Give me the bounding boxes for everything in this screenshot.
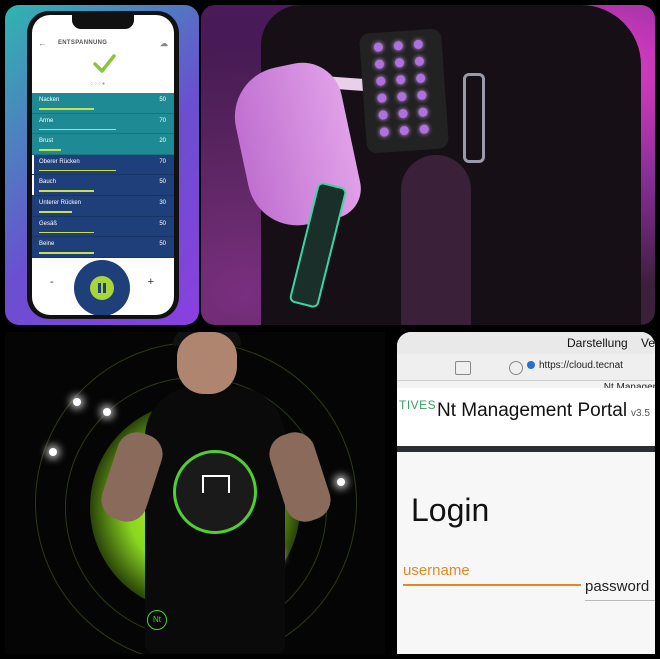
muscle-label: Unterer Rücken — [39, 199, 82, 206]
address-bar[interactable]: https://cloud.tecnat — [527, 360, 655, 376]
decrease-button[interactable]: - — [50, 276, 54, 288]
pause-button[interactable] — [74, 260, 130, 315]
intensity-controls: - + — [32, 260, 174, 315]
intensity-value: 70 — [159, 117, 166, 124]
nt-logo: Nt — [147, 610, 167, 630]
electrode-dot — [375, 76, 386, 86]
electrode-dot — [395, 74, 406, 85]
intensity-bar — [39, 211, 72, 213]
electrode-dot — [414, 56, 425, 67]
url-text: https://cloud.tecnat — [539, 360, 623, 371]
intensity-value: 50 — [159, 179, 166, 186]
electrode-dot — [418, 107, 428, 118]
intensity-value: 50 — [159, 241, 166, 248]
medicine-ball — [173, 450, 257, 534]
intensity-bar — [39, 231, 94, 234]
electrode-dot — [419, 124, 430, 134]
intensity-value: 50 — [159, 220, 166, 227]
browser-login-tile: Darstellung Ve https://cloud.tecnat Nt M… — [397, 332, 655, 654]
username-underline — [403, 584, 581, 586]
electrode-dot — [379, 127, 390, 137]
intensity-bar — [39, 128, 116, 131]
muscle-label: Oberer Rücken — [39, 158, 80, 165]
light-spark — [73, 398, 81, 406]
light-spark — [103, 408, 111, 416]
intensity-value: 50 — [159, 97, 166, 103]
password-underline — [585, 600, 655, 601]
electrode-dot — [397, 91, 407, 102]
username-field[interactable]: username — [403, 562, 470, 579]
password-field[interactable]: password — [585, 578, 649, 595]
intensity-value: 70 — [159, 158, 166, 165]
electrode-dot — [374, 59, 385, 69]
browser-toolbar: https://cloud.tecnat — [397, 354, 655, 381]
muscle-label: Brust — [39, 138, 54, 145]
phone-frame: ← ENTSPANNUNG ☁ ○○○● Nacken 50 Arme 70 Brust… — [27, 11, 179, 319]
login-heading: Login — [411, 492, 490, 528]
athlete-photo: Nt — [5, 332, 385, 654]
muscle-group-list: Nacken 50 Arme 70 Brust 20 Oberer Rücken 70 Bauc… — [32, 93, 174, 258]
ems-app-tile: ← ENTSPANNUNG ☁ ○○○● Nacken 50 Arme 70 Brust… — [5, 5, 199, 325]
increase-button[interactable]: + — [148, 276, 154, 288]
program-title: ENTSPANNUNG — [58, 40, 108, 46]
muscle-row[interactable]: Gesäß 50 — [32, 216, 174, 238]
intensity-bar — [39, 169, 116, 172]
version-label: v3.5 — [631, 408, 650, 419]
electrode-dot — [393, 40, 404, 51]
intensity-value: 20 — [159, 138, 166, 145]
electrode-dot — [399, 125, 410, 136]
menu-item-darstellung[interactable]: Darstellung — [567, 336, 628, 350]
muscle-row[interactable]: Nacken 50 — [32, 93, 174, 114]
app-screen: ← ENTSPANNUNG ☁ ○○○● Nacken 50 Arme 70 Brust… — [32, 15, 174, 315]
brand-text: TIVES — [399, 398, 437, 412]
checkmark-icon — [93, 54, 116, 73]
muscle-label: Gesäß — [39, 220, 58, 227]
login-form: Login username password — [397, 452, 655, 654]
intensity-bar — [39, 190, 94, 192]
muscle-row[interactable]: Arme 70 — [32, 113, 174, 135]
muscle-row[interactable]: Brust 20 — [32, 134, 174, 155]
strap-buckle — [463, 73, 485, 163]
athlete-head — [177, 332, 237, 394]
electrode-dot — [415, 73, 426, 84]
cloud-icon[interactable]: ☁ — [160, 39, 168, 48]
intensity-value: 30 — [159, 199, 166, 206]
electrode-dot — [377, 93, 387, 103]
light-spark — [49, 448, 57, 456]
intensity-bar — [39, 149, 61, 151]
menu-bar: Darstellung Ve — [397, 332, 655, 355]
muscle-row[interactable]: Oberer Rücken 70 — [32, 154, 174, 176]
muscle-label: Bauch — [39, 179, 57, 186]
app-header: ← ENTSPANNUNG ☁ — [32, 37, 174, 51]
electrode-dot — [417, 90, 427, 101]
intensity-bar — [39, 252, 94, 254]
muscle-label: Arme — [39, 117, 54, 124]
back-arrow-icon[interactable]: ← — [38, 37, 47, 49]
electrode-dot — [394, 57, 405, 68]
muscle-row[interactable]: Bauch 50 — [32, 175, 174, 196]
muscle-label: Nacken — [39, 97, 60, 103]
electrode-dot — [373, 42, 384, 52]
intensity-bar — [39, 108, 94, 110]
electrode-pad — [358, 28, 450, 154]
pause-icon — [90, 276, 114, 300]
menu-item-verlauf[interactable]: Ve — [641, 336, 655, 350]
portal-banner: TIVES Nt Management Portal v3.5 — [397, 388, 655, 448]
light-spark — [337, 478, 345, 486]
info-icon[interactable] — [509, 361, 523, 375]
muscle-label: Beine — [39, 241, 55, 248]
portal-title: Nt Management Portal — [437, 400, 628, 421]
electrode-dot — [413, 39, 424, 50]
sidebar-icon[interactable] — [455, 361, 471, 375]
page-indicator: ○○○● — [90, 81, 107, 87]
ems-suit-photo — [201, 5, 655, 325]
phone-notch — [72, 15, 134, 29]
electrode-dot — [398, 108, 408, 119]
muscle-row[interactable]: Unterer Rücken 30 — [32, 195, 174, 217]
electrode-dot — [378, 110, 388, 120]
muscle-row[interactable]: Beine 50 — [32, 237, 174, 258]
globe-icon — [527, 361, 535, 370]
